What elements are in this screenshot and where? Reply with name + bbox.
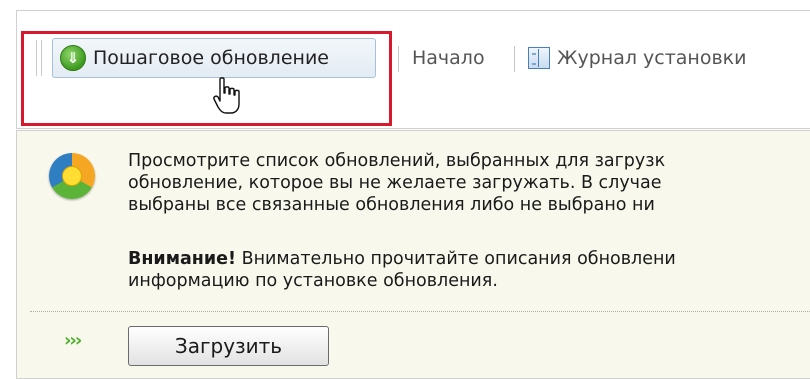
download-button[interactable]: Загрузить (128, 326, 329, 366)
hand-cursor-icon (213, 77, 240, 114)
journal-book-icon (528, 47, 550, 69)
warning-line: Внимание! Внимательно прочитайте описани… (128, 248, 676, 270)
message-line-1: Просмотрите список обновлений, выбранных… (128, 151, 666, 171)
highlight-frame (21, 31, 392, 126)
warning-title: Внимание! (128, 249, 237, 269)
toolbar-separator (514, 46, 515, 72)
update-globe-icon (49, 153, 95, 199)
home-button[interactable]: Начало (412, 38, 485, 78)
journal-label: Журнал установки (557, 47, 747, 69)
message-line-2: обновление, которое вы не желаете загруж… (128, 173, 662, 193)
warning-text: Внимательно прочитайте описания обновлен… (241, 249, 676, 269)
double-arrow-icon: ››› (64, 330, 82, 351)
divider (30, 311, 810, 312)
message-line-5: информацию по установке обновления. (128, 271, 498, 291)
message-line-3: выбраны все связанные обновления либо не… (128, 195, 655, 215)
home-label: Начало (412, 47, 485, 69)
toolbar-separator (398, 46, 399, 72)
journal-button[interactable]: Журнал установки (528, 38, 747, 78)
